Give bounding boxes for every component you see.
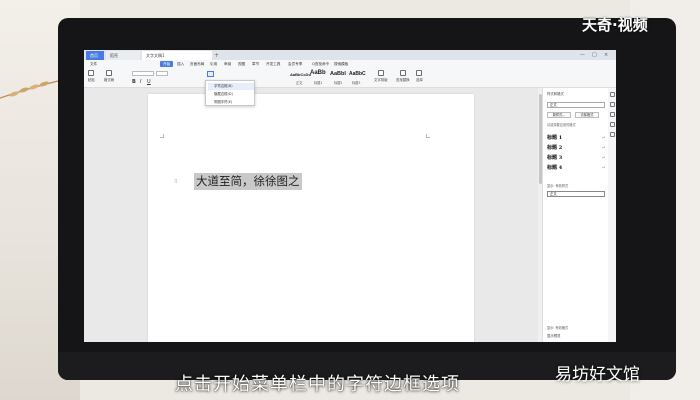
layout-icon — [377, 70, 384, 76]
menu-member[interactable]: 会员专享 — [288, 60, 302, 68]
tab-docer[interactable]: 稻壳 — [106, 51, 140, 60]
select-button[interactable]: 选择 — [416, 70, 423, 82]
margin-corner-tr — [426, 134, 430, 138]
text-layout-button[interactable]: 文字排版 — [374, 70, 388, 82]
minimize-button[interactable]: — — [580, 51, 585, 60]
chevron-icon: ↵ — [601, 165, 605, 170]
dropdown-item-enclosed-char[interactable]: 带圈字符(E) — [208, 99, 254, 106]
close-button[interactable]: × — [604, 51, 608, 60]
menu-developer[interactable]: 开发工具 — [266, 60, 280, 68]
menu-home[interactable]: 开始 — [160, 61, 174, 67]
side-icon-share[interactable] — [609, 132, 615, 137]
brand-watermark: 天奇·视频 — [582, 16, 648, 34]
font-size-select[interactable] — [156, 71, 168, 76]
tab-document[interactable]: 文字文稿1 — [142, 51, 212, 60]
chevron-icon: ↵ — [601, 145, 605, 150]
menu-review[interactable]: 审阅 — [224, 60, 231, 68]
side-icon-tools[interactable] — [609, 122, 615, 127]
site-watermark: 易坊好文馆 — [555, 365, 640, 385]
margin-corner-tl — [160, 134, 164, 138]
paste-button[interactable]: 粘贴 — [88, 70, 95, 82]
new-tab-button[interactable]: + — [214, 51, 219, 60]
paste-label: 粘贴 — [88, 78, 95, 82]
underline-button[interactable]: U — [147, 79, 151, 85]
menu-file[interactable]: 文件 — [90, 60, 97, 68]
current-style-field[interactable]: 正文 — [547, 102, 605, 108]
tab-home[interactable]: 首页 — [86, 51, 104, 60]
style-normal-caption: 正文 — [296, 81, 303, 85]
style-item-h4[interactable]: 标题 4 ↵ — [547, 164, 607, 172]
menu-view[interactable]: 视图 — [238, 60, 245, 68]
title-bar: 首页 稻壳 文字文稿1 + — □ × — [84, 50, 616, 60]
dropdown-item-hide-border[interactable]: 隐藏边框(D) — [208, 91, 254, 98]
find-replace-label: 查找替换 — [396, 78, 410, 82]
menu-page-layout[interactable]: 页面布局 — [190, 60, 204, 68]
side-icon-style[interactable] — [609, 102, 615, 107]
styles-panel-title: 样式和格式 — [547, 92, 564, 96]
style-h3-caption: 标题3 — [352, 81, 361, 85]
select-label: 选择 — [416, 78, 423, 82]
style-item-label: 标题 1 — [547, 135, 563, 141]
show-styles-select[interactable]: 正文 — [547, 191, 605, 197]
text-layout-label: 文字排版 — [374, 78, 388, 82]
find-replace-button[interactable]: 查找替换 — [396, 70, 410, 82]
selected-text[interactable]: 大道至简，徐徐图之 — [194, 173, 302, 190]
new-style-button[interactable]: 新样式... — [547, 112, 571, 118]
cursor-icon — [416, 70, 423, 76]
style-item-h3[interactable]: 标题 3 ↵ — [547, 154, 607, 162]
clear-format-button[interactable]: 清除格式 — [575, 112, 599, 118]
style-item-h1[interactable]: 标题 1 ↵ — [547, 134, 607, 142]
format-painter-button[interactable]: 格式刷 — [104, 70, 114, 82]
format-painter-label: 格式刷 — [104, 78, 115, 82]
chevron-icon: ↵ — [601, 155, 605, 160]
menu-section[interactable]: 章节 — [252, 60, 259, 68]
style-h1-preview[interactable]: AaBb — [310, 70, 326, 76]
menu-bar: 文件 开始 插入 页面布局 引用 审阅 视图 章节 开发工具 会员专享 Q查找命… — [84, 60, 616, 68]
search-template-link[interactable]: 搜索模板 — [334, 60, 348, 68]
apply-format-label: 请选择要应用的格式 — [547, 123, 576, 127]
style-h1-caption: 标题1 — [314, 81, 323, 85]
char-border-dropdown: 字符边框(B) 隐藏边框(D) 带圈字符(E) — [205, 80, 255, 106]
clipboard-icon — [88, 70, 95, 76]
search-command-input[interactable]: Q查找命令 — [312, 60, 329, 68]
style-item-h2[interactable]: 标题 2 ↵ — [547, 144, 607, 152]
style-normal-preview[interactable]: AaBbCcDd — [290, 72, 311, 77]
paragraph-tools — [224, 71, 250, 105]
style-item-label: 标题 4 — [547, 165, 563, 171]
show-format-label: 显示: 有效格式 — [547, 326, 569, 330]
wheat-decoration — [0, 79, 63, 99]
document-page[interactable] — [148, 94, 474, 342]
dropdown-item-char-border[interactable]: 字符边框(B) — [208, 83, 254, 90]
brush-icon — [106, 70, 113, 76]
find-icon — [399, 70, 406, 76]
maximize-button[interactable]: □ — [592, 51, 597, 60]
style-item-label: 标题 2 — [547, 145, 563, 151]
paragraph-handle-icon[interactable]: ⠿ — [174, 179, 178, 185]
style-h2-preview[interactable]: AaBbI — [330, 71, 346, 77]
menu-insert[interactable]: 插入 — [177, 60, 184, 68]
side-icon-cursor[interactable] — [609, 92, 615, 97]
show-preview-checkbox[interactable]: 显示预览 — [547, 333, 561, 338]
style-item-label: 标题 3 — [547, 155, 563, 161]
char-border-button[interactable] — [207, 71, 214, 77]
font-name-select[interactable] — [132, 71, 154, 76]
show-styles-label: 显示: 有效样式 — [547, 184, 569, 188]
chevron-icon: ↵ — [601, 135, 605, 140]
side-icon-edit[interactable] — [609, 112, 615, 117]
video-subtitle: 点击开始菜单栏中的字符边框选项 — [175, 374, 460, 395]
style-h3-preview[interactable]: AaBbC — [349, 71, 366, 77]
ribbon-toolbar: 粘贴 格式刷 B I U AaBbCcDd AaBb AaBbI AaBbC 正… — [84, 68, 616, 105]
style-h2-caption: 标题2 — [334, 81, 343, 85]
styles-panel: 样式和格式 正文 新样式... 清除格式 请选择要应用的格式 标题 1 ↵ 标题 … — [542, 88, 608, 342]
italic-button[interactable]: I — [140, 79, 141, 85]
side-toolbar — [608, 88, 616, 342]
menu-references[interactable]: 引用 — [210, 60, 217, 68]
bold-button[interactable]: B — [132, 79, 136, 85]
app-window: 首页 稻壳 文字文稿1 + — □ × 文件 开始 插入 页面布局 引用 审阅 … — [84, 50, 616, 342]
